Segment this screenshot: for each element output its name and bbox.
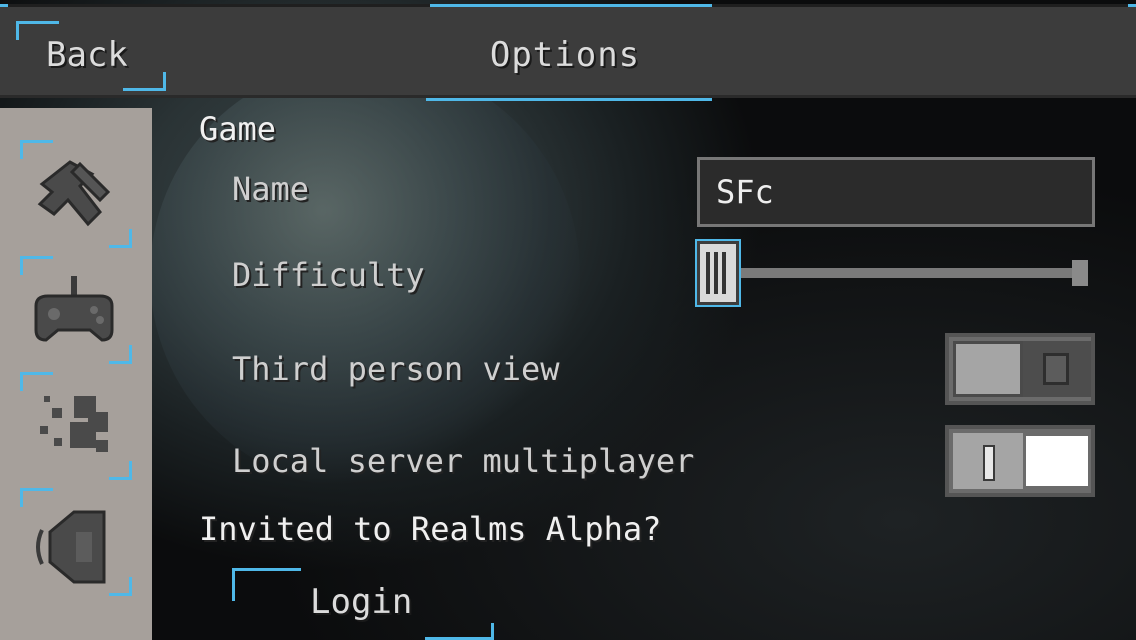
controller-icon (34, 276, 114, 342)
toggle-on-indicator (983, 445, 995, 481)
login-corner-tl (232, 568, 301, 601)
toggle-track-left (953, 433, 1023, 489)
difficulty-label: Difficulty (232, 256, 425, 294)
sidebar-item-game[interactable] (20, 140, 132, 248)
difficulty-slider-thumb[interactable] (695, 239, 741, 307)
back-button[interactable]: Back (16, 21, 166, 91)
login-label: Login (310, 582, 413, 622)
login-button[interactable]: Login (232, 568, 494, 640)
sidebar-item-controls[interactable] (20, 256, 132, 364)
top-bar: Back Options (0, 4, 1136, 101)
topbar-right-accent (1128, 4, 1136, 99)
name-input[interactable] (697, 157, 1095, 227)
speaker-icon (36, 510, 106, 584)
login-corner-br (425, 623, 494, 640)
realms-heading: Invited to Realms Alpha? (199, 510, 662, 548)
name-label: Name (232, 170, 310, 208)
toggle-knob-on (1023, 433, 1091, 489)
difficulty-slider-end (1072, 260, 1088, 286)
third-person-toggle[interactable] (945, 333, 1095, 405)
back-corner-br (123, 72, 166, 91)
toggle-track-right (1023, 341, 1091, 397)
local-multiplayer-label: Local server multiplayer (232, 442, 695, 480)
local-multiplayer-toggle[interactable] (945, 425, 1095, 497)
section-game-heading: Game (199, 110, 277, 148)
topbar-left-accent (0, 4, 8, 99)
sidebar (0, 108, 152, 640)
page-title: Options (489, 35, 641, 75)
title-highlight-bottom (426, 98, 712, 101)
third-person-label: Third person view (232, 350, 560, 388)
difficulty-slider-track[interactable] (738, 268, 1088, 278)
slider-thumb-grip (706, 252, 730, 294)
toggle-knob-off (953, 341, 1023, 397)
sidebar-item-audio[interactable] (20, 488, 132, 596)
toggle-off-indicator (1043, 353, 1069, 385)
video-particles-icon (40, 396, 108, 452)
game-settings-icon (37, 160, 111, 227)
sidebar-item-video[interactable] (20, 372, 132, 480)
title-highlight-top (430, 4, 712, 7)
back-label: Back (46, 35, 128, 75)
